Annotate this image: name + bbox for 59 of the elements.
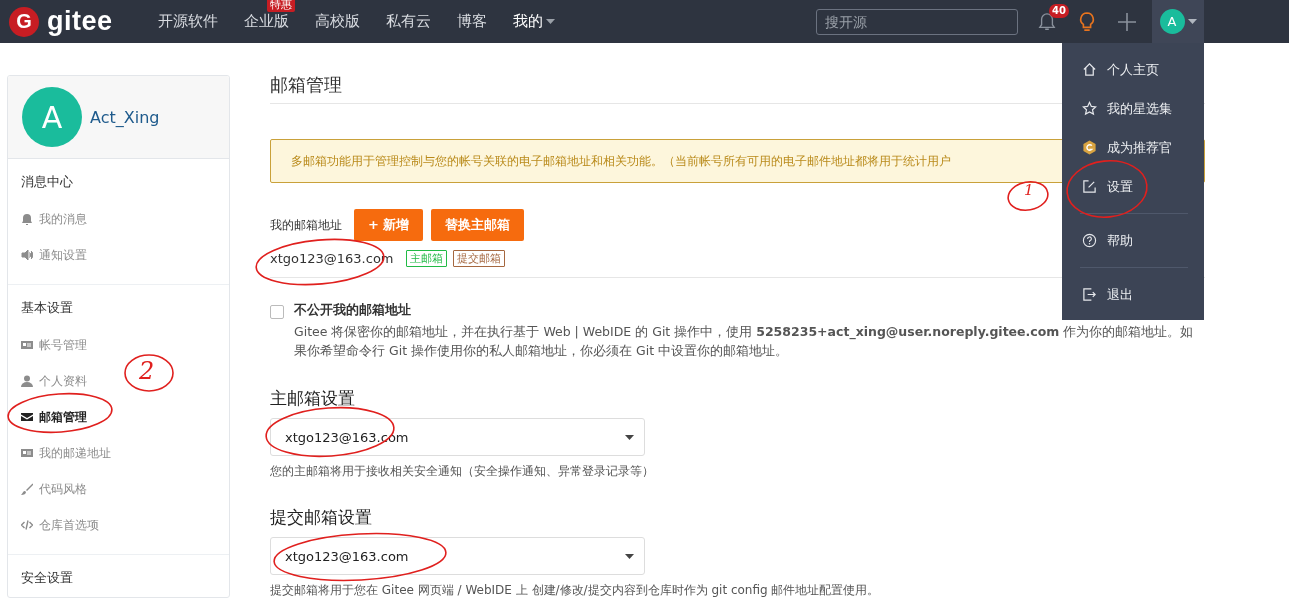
email-tag: 主邮箱 <box>405 250 447 267</box>
checkbox-label: 不公开我的邮箱地址 <box>294 302 412 318</box>
notification-count: 40 <box>1049 3 1069 18</box>
sidebar-item[interactable]: 个人资料 <box>21 363 87 399</box>
caret-icon <box>625 434 634 440</box>
nav-link[interactable]: 开源软件 <box>158 12 218 31</box>
plus-icon[interactable] <box>1118 12 1136 31</box>
hexagon-badge-icon <box>1082 140 1097 155</box>
nav-link[interactable]: 企业版 <box>244 12 289 31</box>
help-icon <box>1082 233 1097 248</box>
edit-icon <box>1082 179 1097 194</box>
home-icon <box>1082 62 1097 77</box>
star-icon <box>1082 101 1097 116</box>
id-card-icon <box>21 339 33 351</box>
checkbox[interactable] <box>270 305 284 319</box>
help-text: 提交邮箱将用于您在 Gitee 网页端 / WebIDE 上 创建/修改/提交内容到仓库时作为 git config 邮件地址配置使用。 <box>270 583 881 598</box>
email-tag: 提交邮箱 <box>452 250 505 267</box>
sidebar-item[interactable]: 代码风格 <box>21 471 87 507</box>
field-label: 我的邮箱地址 <box>270 216 342 234</box>
nav-link[interactable]: 博客 <box>457 12 487 31</box>
bell-icon <box>21 213 33 225</box>
caret-icon <box>1187 19 1197 24</box>
section-heading: 基本设置 <box>21 299 73 317</box>
section-heading: 安全设置 <box>21 569 73 587</box>
logo-mark[interactable]: G <box>9 6 39 37</box>
user-icon <box>21 375 33 387</box>
section-heading: 主邮箱设置 <box>270 388 356 410</box>
envelope-icon <box>21 411 33 423</box>
brush-icon <box>21 483 33 495</box>
lightbulb-icon[interactable] <box>1078 10 1096 33</box>
id-card-icon <box>21 447 33 459</box>
help-text: 您的主邮箱将用于接收相关安全通知（安全操作通知、异常登录记录等） <box>270 464 655 479</box>
code-icon <box>21 519 33 531</box>
nav-link[interactable]: 私有云 <box>386 12 431 31</box>
sidebar-item[interactable]: 我的邮递地址 <box>21 435 111 471</box>
sidebar-item[interactable]: 我的消息 <box>21 201 87 237</box>
sidebar-item[interactable]: 仓库首选项 <box>21 507 99 543</box>
menu-item[interactable]: 退出 <box>1062 275 1204 314</box>
user-name[interactable]: Act_Xing <box>90 107 160 127</box>
annotation-number: 2 <box>139 357 155 385</box>
caret-icon <box>546 19 555 24</box>
search-field[interactable]: 搜开源 <box>816 8 1018 35</box>
annotation-circle <box>1007 181 1049 211</box>
email-select[interactable]: xtgo123@163.com <box>270 537 645 575</box>
caret-icon <box>625 553 634 559</box>
sidebar-item[interactable]: 帐号管理 <box>21 327 87 363</box>
annotation-number: 1 <box>1024 181 1034 199</box>
sidebar-item[interactable]: 邮箱管理 <box>21 399 87 435</box>
annotation-circle <box>124 354 174 392</box>
description-text: Gitee 将保密你的邮箱地址，并在执行基于 Web | WebIDE 的 Git 操作中，使用 5258235+act_xing@user.noreply.gitee.com 作为你的邮箱地址。如果你希望命令行 Git 操作使用你的私人邮箱地址，你必须在 Git 中设置你的邮箱地址。 <box>294 323 1195 360</box>
nav-link[interactable]: 高校版 <box>315 12 360 31</box>
nav-link[interactable]: 我的 <box>513 12 555 31</box>
menu-item[interactable]: 帮助 <box>1062 221 1204 260</box>
logout-icon <box>1082 287 1097 302</box>
section-heading: 消息中心 <box>21 173 73 191</box>
section-heading: 提交邮箱设置 <box>270 507 373 529</box>
sidebar-item[interactable]: 通知设置 <box>21 237 87 273</box>
speaker-icon <box>21 249 33 261</box>
logo-text[interactable]: gitee <box>47 6 113 37</box>
